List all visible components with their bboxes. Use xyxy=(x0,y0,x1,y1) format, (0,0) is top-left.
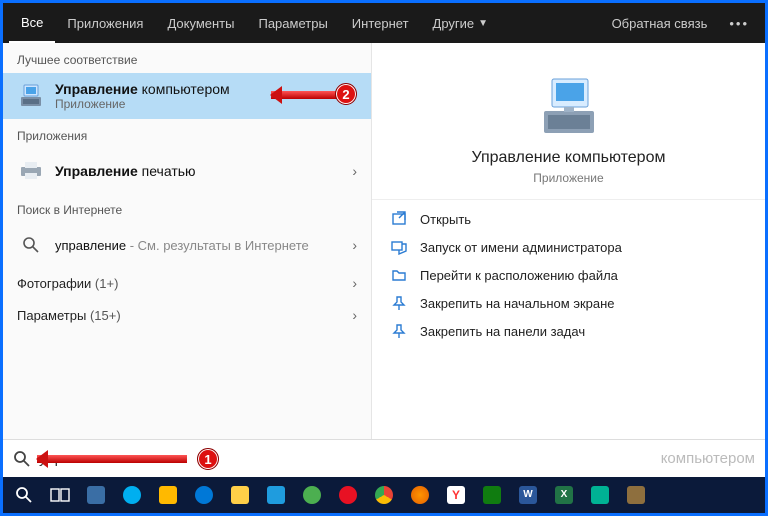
taskbar-explorer-icon[interactable] xyxy=(225,481,255,509)
taskbar-opera-icon[interactable] xyxy=(333,481,363,509)
results-list: Лучшее соответствие Управление компьютер… xyxy=(3,43,371,439)
taskbar-chrome-icon[interactable] xyxy=(369,481,399,509)
preview-pane: Управление компьютером Приложение Открыт… xyxy=(371,43,765,439)
action-run-as-admin[interactable]: Запуск от имени администратора xyxy=(390,238,747,256)
app-result-title: Управление печатью xyxy=(55,163,196,179)
tab-apps[interactable]: Приложения xyxy=(55,3,155,43)
best-match-item[interactable]: Управление компьютером Приложение 2 xyxy=(3,73,371,119)
taskbar-skype-icon[interactable] xyxy=(117,481,147,509)
preview-subtitle: Приложение xyxy=(533,171,603,185)
tab-all[interactable]: Все xyxy=(9,3,55,43)
action-open-file-location[interactable]: Перейти к расположению файла xyxy=(390,266,747,284)
best-match-title: Управление компьютером xyxy=(55,81,230,97)
best-match-header: Лучшее соответствие xyxy=(3,43,371,73)
action-open[interactable]: Открыть xyxy=(390,210,747,228)
action-pin-start-label: Закрепить на начальном экране xyxy=(420,296,615,311)
chevron-right-icon: › xyxy=(352,275,357,291)
search-filter-bar: Все Приложения Документы Параметры Интер… xyxy=(3,3,765,43)
chevron-down-icon: ▼ xyxy=(478,18,488,29)
search-suggestion-ghost: компьютером xyxy=(661,450,755,467)
action-location-label: Перейти к расположению файла xyxy=(420,268,618,283)
category-settings[interactable]: Параметры (15+) › xyxy=(3,299,371,331)
taskbar-search-icon[interactable] xyxy=(9,481,39,509)
app-result-item[interactable]: Управление печатью › xyxy=(3,149,371,193)
chevron-right-icon: › xyxy=(352,237,357,253)
annotation-badge-1: 1 xyxy=(197,448,219,470)
tab-more[interactable]: Другие ▼ xyxy=(421,3,501,43)
taskbar-edge-icon[interactable] xyxy=(189,481,219,509)
pin-taskbar-icon xyxy=(390,322,408,340)
taskbar-excel-icon[interactable]: X xyxy=(549,481,579,509)
tab-internet[interactable]: Интернет xyxy=(340,3,421,43)
computer-management-large-icon xyxy=(534,75,604,139)
tab-more-label: Другие xyxy=(433,16,475,31)
web-result-title: управление - См. результаты в Интернете xyxy=(55,238,309,253)
action-open-label: Открыть xyxy=(420,212,471,227)
category-settings-count: (15+) xyxy=(90,308,121,323)
action-pin-to-taskbar[interactable]: Закрепить на панели задач xyxy=(390,322,747,340)
overflow-menu[interactable]: ••• xyxy=(719,16,759,31)
taskbar-app-yellow[interactable] xyxy=(153,481,183,509)
taskbar-app-1[interactable] xyxy=(81,481,111,509)
folder-icon xyxy=(390,266,408,284)
action-admin-label: Запуск от имени администратора xyxy=(420,240,622,255)
feedback-link[interactable]: Обратная связь xyxy=(600,3,720,43)
pin-start-icon xyxy=(390,294,408,312)
web-result-item[interactable]: управление - См. результаты в Интернете … xyxy=(3,223,371,267)
preview-title: Управление компьютером xyxy=(472,149,666,167)
category-photos-count: (1+) xyxy=(95,276,118,291)
chevron-right-icon: › xyxy=(352,163,357,179)
taskbar-yandex-icon[interactable]: Y xyxy=(441,481,471,509)
computer-management-icon xyxy=(17,82,45,110)
best-match-subtitle: Приложение xyxy=(55,97,230,111)
search-icon xyxy=(17,231,45,259)
taskbar-utorrent-icon[interactable] xyxy=(297,481,327,509)
apps-header: Приложения xyxy=(3,119,371,149)
category-photos-label: Фотографии xyxy=(17,276,91,291)
taskbar-firefox-icon[interactable] xyxy=(405,481,435,509)
tab-settings[interactable]: Параметры xyxy=(246,3,339,43)
printer-management-icon xyxy=(17,157,45,185)
taskbar-store-icon[interactable] xyxy=(261,481,291,509)
taskbar-app-green[interactable] xyxy=(477,481,507,509)
search-results-area: Лучшее соответствие Управление компьютер… xyxy=(3,43,765,439)
chevron-right-icon: › xyxy=(352,307,357,323)
annotation-badge-2: 2 xyxy=(335,83,357,105)
action-pin-to-start[interactable]: Закрепить на начальном экране xyxy=(390,294,747,312)
tab-documents[interactable]: Документы xyxy=(155,3,246,43)
web-search-header: Поиск в Интернете xyxy=(3,193,371,223)
open-icon xyxy=(390,210,408,228)
category-photos[interactable]: Фотографии (1+) › xyxy=(3,267,371,299)
taskbar: Y W X xyxy=(3,477,765,513)
category-settings-label: Параметры xyxy=(17,308,86,323)
taskbar-app-last[interactable] xyxy=(621,481,651,509)
taskbar-app-teal[interactable] xyxy=(585,481,615,509)
preview-actions: Открыть Запуск от имени администратора П… xyxy=(372,200,765,350)
admin-shield-icon xyxy=(390,238,408,256)
task-view-icon[interactable] xyxy=(45,481,75,509)
taskbar-word-icon[interactable]: W xyxy=(513,481,543,509)
action-pin-taskbar-label: Закрепить на панели задач xyxy=(420,324,585,339)
search-box[interactable]: компьютером 1 xyxy=(3,439,765,477)
preview-header: Управление компьютером Приложение xyxy=(372,51,765,200)
